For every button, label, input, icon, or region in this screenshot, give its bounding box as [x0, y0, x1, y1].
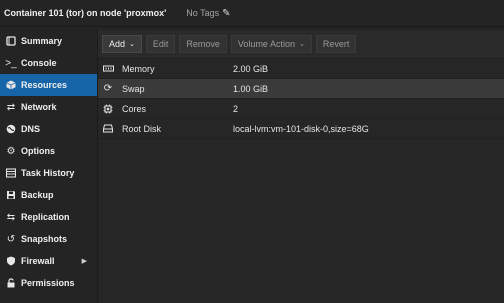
terminal-icon: >_ [5, 57, 17, 69]
list-icon [5, 167, 17, 179]
volume-action-label: Volume Action [237, 39, 295, 49]
resource-key: Root Disk [122, 123, 162, 134]
cube-icon [5, 79, 17, 91]
retweet-icon: ⇆ [6, 211, 16, 223]
sidebar-item-console[interactable]: >_ Console [0, 52, 97, 74]
sidebar-item-label: Options [21, 146, 55, 156]
edit-button[interactable]: Edit [145, 35, 176, 53]
sidebar-item-backup[interactable]: Backup [0, 184, 97, 206]
expand-arrow-icon[interactable]: ▶ [82, 257, 87, 265]
sidebar: Summary >_ Console Resources ⇄ Network D… [0, 30, 98, 303]
sidebar-item-label: Snapshots [21, 234, 68, 244]
chevron-down-icon: ⌄ [298, 41, 305, 48]
resource-value: 1.00 GiB [233, 83, 269, 94]
tags-label[interactable]: No Tags [186, 8, 219, 18]
add-button-label: Add [109, 39, 126, 49]
sidebar-item-label: Replication [21, 212, 70, 222]
revert-button-label: Revert [322, 39, 350, 49]
remove-button-label: Remove [186, 39, 220, 49]
sidebar-item-label: DNS [21, 124, 41, 134]
resource-value: 2 [233, 103, 239, 114]
table-row[interactable]: Root Disk local-lvm:vm-101-disk-0,size=6… [98, 119, 504, 139]
chevron-down-icon: ⌄ [129, 41, 135, 48]
sidebar-item-label: Permissions [21, 278, 75, 288]
resource-value: 2.00 GiB [233, 63, 269, 74]
table-row[interactable]: Memory 2.00 GiB [98, 59, 504, 79]
sidebar-item-label: Console [21, 58, 57, 68]
resource-key: Memory [122, 63, 155, 74]
pencil-icon[interactable]: ✎ [222, 8, 230, 19]
history-icon: ↺ [6, 233, 16, 245]
table-row[interactable]: ⟳ Swap 1.00 GiB [98, 79, 504, 99]
sidebar-item-label: Network [21, 102, 57, 112]
sidebar-item-label: Firewall [21, 256, 55, 266]
globe-icon [5, 123, 17, 135]
add-button[interactable]: Add ⌄ [102, 35, 142, 53]
resource-key: Swap [122, 83, 145, 94]
title-bar: Container 101 (tor) on node 'proxmox' No… [0, 0, 504, 27]
exchange-icon: ⇄ [6, 101, 16, 113]
shield-icon [5, 255, 17, 267]
page-title: Container 101 (tor) on node 'proxmox' [4, 8, 167, 18]
sidebar-item-resources[interactable]: Resources [0, 74, 97, 96]
sidebar-item-label: Summary [21, 36, 63, 46]
sidebar-item-snapshots[interactable]: ↺ Snapshots [0, 228, 97, 250]
sidebar-item-label: Task History [21, 168, 75, 178]
book-icon [5, 35, 17, 47]
sidebar-item-replication[interactable]: ⇆ Replication [0, 206, 97, 228]
sidebar-item-network[interactable]: ⇄ Network [0, 96, 97, 118]
gear-icon: ⚙ [6, 145, 16, 157]
sidebar-item-task-history[interactable]: Task History [0, 162, 97, 184]
floppy-icon [5, 189, 17, 201]
sidebar-item-summary[interactable]: Summary [0, 30, 97, 52]
table-row[interactable]: Cores 2 [98, 99, 504, 119]
resources-grid: Memory 2.00 GiB ⟳ Swap 1.00 GiB Cores 2 … [98, 59, 504, 139]
sidebar-item-permissions[interactable]: Permissions [0, 272, 97, 294]
memory-icon [102, 65, 114, 73]
revert-button[interactable]: Revert [315, 35, 357, 53]
unlock-icon [5, 277, 17, 289]
toolbar: Add ⌄ Edit Remove Volume Action ⌄ Revert [98, 30, 504, 59]
main-panel: Add ⌄ Edit Remove Volume Action ⌄ Revert… [98, 30, 504, 303]
hdd-icon [102, 124, 114, 133]
sidebar-item-options[interactable]: ⚙ Options [0, 140, 97, 162]
cpu-icon [102, 104, 114, 114]
resource-key: Cores [122, 103, 147, 114]
resource-value: local-lvm:vm-101-disk-0,size=68G [233, 123, 369, 134]
edit-button-label: Edit [152, 39, 169, 49]
sidebar-item-dns[interactable]: DNS [0, 118, 97, 140]
sidebar-item-label: Resources [21, 80, 68, 90]
sidebar-item-label: Backup [21, 190, 54, 200]
refresh-icon: ⟳ [103, 83, 113, 94]
sidebar-item-firewall[interactable]: Firewall ▶ [0, 250, 97, 272]
volume-action-button[interactable]: Volume Action ⌄ [230, 35, 312, 53]
remove-button[interactable]: Remove [179, 35, 227, 53]
